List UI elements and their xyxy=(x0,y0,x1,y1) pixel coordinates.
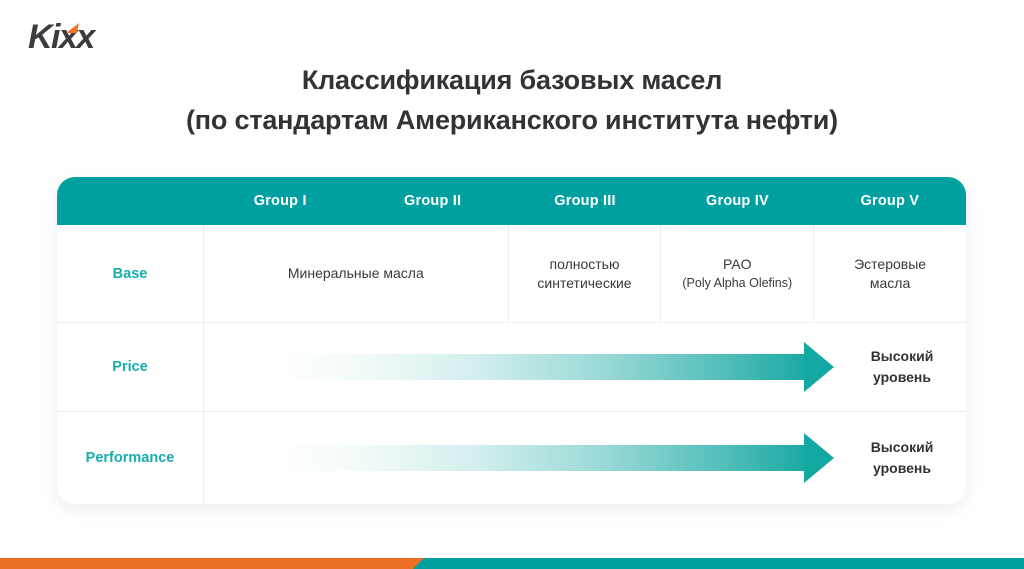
header-corner-spacer xyxy=(57,177,204,225)
table-body: Base Минеральные масла полностью синтетич… xyxy=(57,225,966,504)
kixx-logo: Kixx xyxy=(28,17,178,57)
table-header-row: Group I Group II Group III Group IV Grou… xyxy=(57,177,966,225)
column-header-group-1: Group I xyxy=(253,193,307,209)
performance-arrow-head-icon xyxy=(804,433,834,483)
column-header-group-5: Group V xyxy=(860,193,920,209)
column-header-group-2: Group II xyxy=(404,193,462,209)
table-row-performance: Performance Высокий уровень xyxy=(57,411,966,504)
row-label-base: Base xyxy=(57,225,204,322)
cell-base-ester: Эстеровые масла xyxy=(854,255,927,291)
column-header-group-3: Group III xyxy=(554,193,616,209)
cell-base-pao: PAO (Poly Alpha Olefins) xyxy=(661,225,815,322)
price-arrow-shaft xyxy=(282,354,806,380)
title-line-1: Классификация базовых масел xyxy=(301,65,723,95)
performance-arrow-graphic: Высокий уровень xyxy=(204,412,966,504)
logo-wordmark: Kixx xyxy=(28,18,95,56)
performance-arrow-label: Высокий уровень xyxy=(870,439,934,476)
column-header-group-4: Group IV xyxy=(706,193,769,209)
title-line-2: (по стандартам Американского института н… xyxy=(186,105,838,135)
classification-table-card: Group I Group II Group III Group IV Grou… xyxy=(57,177,966,504)
row-label-price: Price xyxy=(57,323,204,411)
price-arrow-label: Высокий уровень xyxy=(870,348,934,385)
footer-bar-orange-segment xyxy=(0,558,424,569)
cell-base-mineral: Минеральные масла xyxy=(204,225,509,322)
cell-base-pao-title: PAO xyxy=(723,255,752,272)
footer-bar xyxy=(0,558,1024,569)
cell-base-synthetic: полностью синтетические xyxy=(509,225,662,322)
table-row-base: Base Минеральные масла полностью синтетич… xyxy=(57,225,966,322)
page-title: Классификация базовых масел (по стандарт… xyxy=(0,60,1024,140)
cell-base-pao-subtitle: (Poly Alpha Olefins) xyxy=(682,275,793,290)
performance-arrow-shaft xyxy=(282,445,806,471)
row-label-performance: Performance xyxy=(57,412,204,504)
row-body-performance: Высокий уровень xyxy=(204,412,966,504)
price-arrow-head-icon xyxy=(804,342,834,392)
row-body-base: Минеральные масла полностью синтетические… xyxy=(204,225,966,322)
price-arrow-graphic: Высокий уровень xyxy=(204,323,966,411)
table-row-price: Price Высокий уровень xyxy=(57,322,966,411)
row-body-price: Высокий уровень xyxy=(204,323,966,411)
